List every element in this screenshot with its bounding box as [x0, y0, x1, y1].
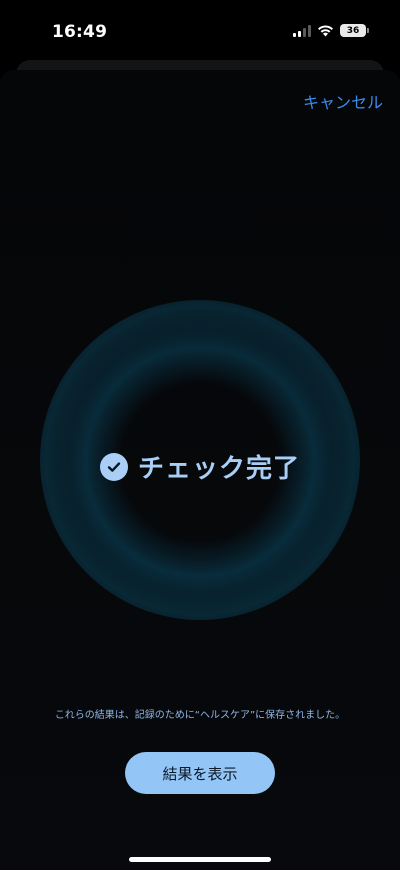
battery-icon: 36 — [340, 24, 369, 37]
status-time: 16:49 — [52, 22, 108, 42]
show-results-button[interactable]: 結果を表示 — [125, 752, 275, 794]
saved-to-health-note: これらの結果は、記録のために“ヘルスケア”に保存されました。 — [54, 710, 346, 721]
completion-label: チェック完了 — [137, 454, 300, 484]
heart-check-sheet: キャンセル チェック完了 これらの結果は、記録のために“ヘルスケア”に保存されま… — [0, 70, 400, 870]
signal-icon — [293, 24, 311, 37]
home-indicator[interactable] — [129, 857, 271, 862]
status-bar: 16:49 36 — [0, 0, 400, 60]
wifi-icon — [317, 24, 334, 37]
completion-status: チェック完了 — [0, 448, 400, 485]
checkmark-circle-icon — [99, 452, 128, 481]
cancel-button[interactable]: キャンセル — [303, 89, 383, 113]
status-icons: 36 — [293, 24, 369, 37]
